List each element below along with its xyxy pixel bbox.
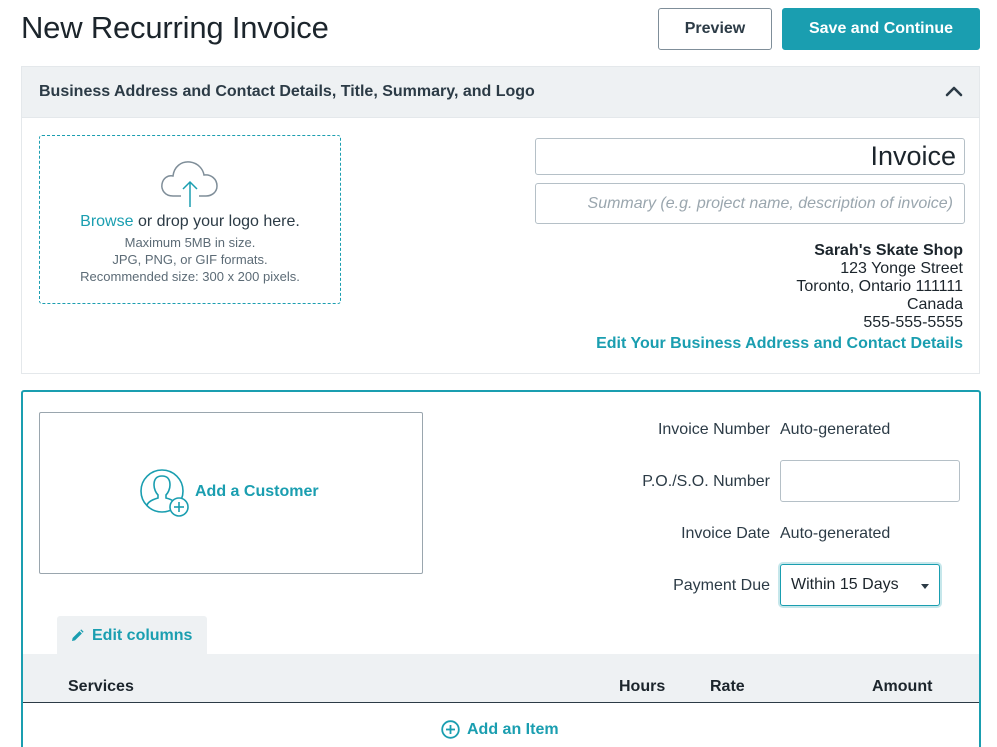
invoice-date-label: Invoice Date	[681, 525, 770, 542]
column-hours: Hours	[619, 678, 666, 695]
preview-button[interactable]: Preview	[658, 8, 772, 50]
business-street: 123 Yonge Street	[840, 260, 963, 277]
business-details-section: Business Address and Contact Details, Ti…	[21, 66, 980, 374]
edit-business-link[interactable]: Edit Your Business Address and Contact D…	[596, 335, 963, 353]
invoice-number-value: Auto-generated	[780, 421, 891, 438]
plus-circle-icon	[441, 720, 460, 739]
payment-due-value: Within 15 Days	[791, 576, 899, 593]
save-and-continue-button[interactable]: Save and Continue	[782, 8, 980, 50]
business-phone: 555-555-5555	[863, 314, 963, 331]
add-customer-box[interactable]: Add a Customer	[39, 412, 423, 574]
chevron-up-icon[interactable]	[945, 84, 963, 98]
payment-due-label: Payment Due	[673, 577, 770, 594]
invoice-number-label: Invoice Number	[657, 421, 770, 438]
business-city: Toronto, Ontario 111111	[796, 278, 963, 295]
business-country: Canada	[906, 296, 963, 313]
business-address: Sarah's Skate Shop 123 Yonge Street Toro…	[796, 242, 963, 332]
cloud-upload-icon	[161, 161, 218, 207]
column-services: Services	[68, 678, 134, 695]
caret-down-icon	[921, 584, 929, 589]
summary-input[interactable]	[535, 183, 965, 224]
business-name: Sarah's Skate Shop	[814, 242, 963, 259]
add-customer-label: Add a Customer	[195, 483, 319, 500]
page-title: New Recurring Invoice	[21, 10, 329, 45]
logo-dropzone[interactable]: Browse or drop your logo here. Maximum 5…	[39, 135, 341, 304]
drop-instruction: or drop your logo here.	[133, 213, 300, 230]
items-table-header: Services Hours Rate Amount	[23, 654, 979, 703]
logo-hint-size: Maximum 5MB in size.	[124, 235, 256, 250]
payment-due-select[interactable]: Within 15 Days	[780, 564, 940, 606]
po-number-input[interactable]	[780, 460, 960, 502]
column-rate: Rate	[710, 678, 745, 695]
logo-drop-text: Browse or drop your logo here.	[40, 213, 340, 231]
invoice-date-value: Auto-generated	[780, 525, 891, 542]
business-details-title: Business Address and Contact Details, Ti…	[39, 83, 535, 100]
browse-link[interactable]: Browse	[80, 213, 133, 230]
pencil-icon	[72, 629, 84, 641]
column-amount: Amount	[872, 678, 933, 695]
edit-columns-button[interactable]: Edit columns	[57, 616, 207, 656]
add-item-label: Add an Item	[467, 720, 559, 738]
add-user-icon	[140, 469, 189, 517]
invoice-title-input[interactable]	[535, 138, 965, 175]
edit-columns-label: Edit columns	[92, 627, 193, 644]
invoice-details-section: Add a Customer Invoice Number Auto-gener…	[21, 390, 981, 747]
logo-hint-formats: JPG, PNG, or GIF formats.	[112, 252, 268, 267]
add-item-button[interactable]: Add an Item	[441, 720, 559, 739]
logo-hint-recommended: Recommended size: 300 x 200 pixels.	[80, 269, 300, 284]
po-number-label: P.O./S.O. Number	[642, 473, 770, 490]
business-details-header[interactable]: Business Address and Contact Details, Ti…	[22, 67, 979, 118]
